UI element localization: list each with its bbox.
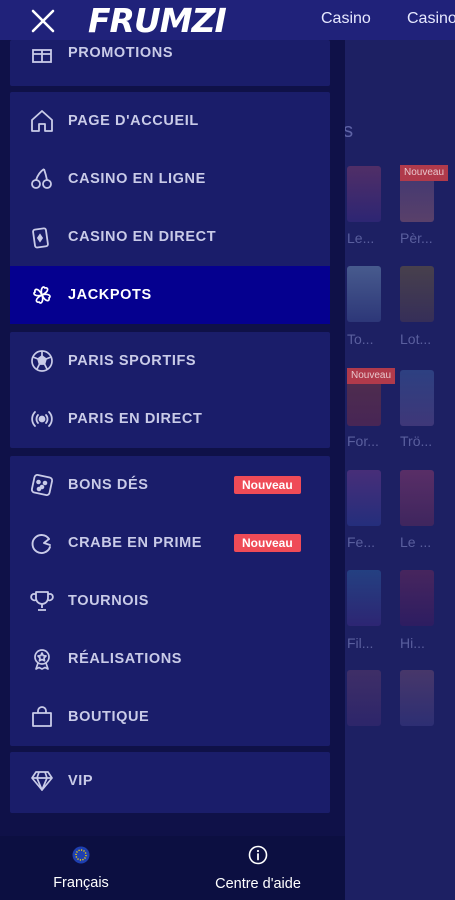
game-title: Pèr... — [400, 230, 433, 246]
help-center-label: Centre d'aide — [215, 875, 301, 892]
new-badge: Nouveau — [400, 165, 449, 181]
menu-item-label: PAGE D'ACCUEIL — [68, 113, 199, 129]
menu-item-jackpots[interactable]: JACKPOTS — [10, 266, 330, 324]
menu-item-label: BOUTIQUE — [68, 709, 150, 725]
game-title: Le ... — [400, 534, 432, 550]
soccer-ball-icon — [30, 349, 54, 373]
gift-icon — [30, 41, 54, 65]
menu-item-achievements[interactable]: RÉALISATIONS — [10, 630, 330, 688]
menu-item-label: PARIS EN DIRECT — [68, 411, 203, 427]
game-tile[interactable] — [400, 670, 434, 726]
menu-item-label: CRABE EN PRIME — [68, 535, 203, 551]
menu-item-label: TOURNOIS — [68, 593, 150, 609]
trophy-icon — [30, 589, 54, 613]
eu-flag-icon — [72, 846, 90, 869]
menu-item-label: BONS DÉS — [68, 477, 149, 493]
game-tile[interactable] — [347, 570, 381, 626]
menu-item-label: RÉALISATIONS — [68, 651, 183, 667]
info-icon — [248, 845, 268, 870]
menu-item-vip[interactable]: VIP — [10, 752, 330, 810]
new-badge: Nouveau — [347, 368, 396, 384]
menu-item-live-betting[interactable]: PARIS EN DIRECT — [10, 390, 330, 448]
menu-item-good-dice[interactable]: BONS DÉS Nouveau — [10, 456, 330, 514]
cards-icon — [30, 225, 54, 249]
nav-link-casino-live[interactable]: Casino — [407, 10, 455, 28]
menu-item-live-casino[interactable]: CASINO EN DIRECT — [10, 208, 330, 266]
menu-group-extras: BONS DÉS Nouveau CRABE EN PRIME Nouveau … — [10, 456, 330, 746]
game-tile[interactable] — [347, 266, 381, 322]
shopping-bag-icon — [30, 705, 54, 729]
bottom-bar: Français Centre d'aide — [0, 836, 345, 900]
language-selector[interactable]: Français — [20, 836, 142, 900]
menu-item-label: VIP — [68, 773, 94, 789]
home-icon — [30, 109, 54, 133]
menu-item-label: PROMOTIONS — [68, 45, 174, 61]
menu-item-label: CASINO EN LIGNE — [68, 171, 206, 187]
game-title: To... — [347, 331, 374, 347]
game-title: Hi... — [400, 635, 425, 651]
side-drawer: PROMOTIONS PAGE D'ACCUEIL CASINO EN LIGN… — [0, 40, 345, 900]
game-tile[interactable] — [347, 166, 381, 222]
cherry-icon — [30, 167, 54, 191]
game-title: Trö... — [400, 433, 433, 449]
game-title: Fil... — [347, 635, 374, 651]
game-tile[interactable] — [400, 370, 434, 426]
menu-group-main: PAGE D'ACCUEIL CASINO EN LIGNE CASINO EN… — [10, 92, 330, 324]
menu-item-label: JACKPOTS — [68, 287, 152, 303]
game-tile[interactable] — [400, 266, 434, 322]
language-label: Français — [53, 874, 109, 891]
menu-group-vip: VIP — [10, 752, 330, 813]
game-tile[interactable] — [400, 470, 434, 526]
menu-item-label: PARIS SPORTIFS — [68, 353, 197, 369]
menu-item-promotions[interactable]: PROMOTIONS — [10, 24, 330, 82]
game-title: Lot... — [400, 331, 432, 347]
crab-icon — [30, 531, 54, 555]
menu-item-online-casino[interactable]: CASINO EN LIGNE — [10, 150, 330, 208]
menu-item-label: CASINO EN DIRECT — [68, 229, 217, 245]
menu-group-sports: PARIS SPORTIFS PARIS EN DIRECT — [10, 332, 330, 448]
menu-group-promotions: PROMOTIONS — [10, 40, 330, 86]
new-badge: Nouveau — [234, 534, 301, 552]
game-title: For... — [347, 433, 379, 449]
game-tile[interactable] — [347, 470, 381, 526]
dice-icon — [30, 473, 54, 497]
help-center-button[interactable]: Centre d'aide — [192, 836, 324, 900]
menu-item-tournaments[interactable]: TOURNOIS — [10, 572, 330, 630]
diamond-icon — [30, 769, 54, 793]
menu-item-home[interactable]: PAGE D'ACCUEIL — [10, 92, 330, 150]
clover-icon — [30, 283, 54, 307]
game-title: Fe... — [347, 534, 376, 550]
menu-item-bonus-crab[interactable]: CRABE EN PRIME Nouveau — [10, 514, 330, 572]
menu-item-shop[interactable]: BOUTIQUE — [10, 688, 330, 746]
new-badge: Nouveau — [234, 476, 301, 494]
game-tile[interactable] — [400, 570, 434, 626]
game-tile[interactable] — [347, 670, 381, 726]
menu-item-sports-betting[interactable]: PARIS SPORTIFS — [10, 332, 330, 390]
game-title: Le... — [347, 230, 375, 246]
medal-icon — [30, 647, 54, 671]
broadcast-icon — [30, 407, 54, 431]
